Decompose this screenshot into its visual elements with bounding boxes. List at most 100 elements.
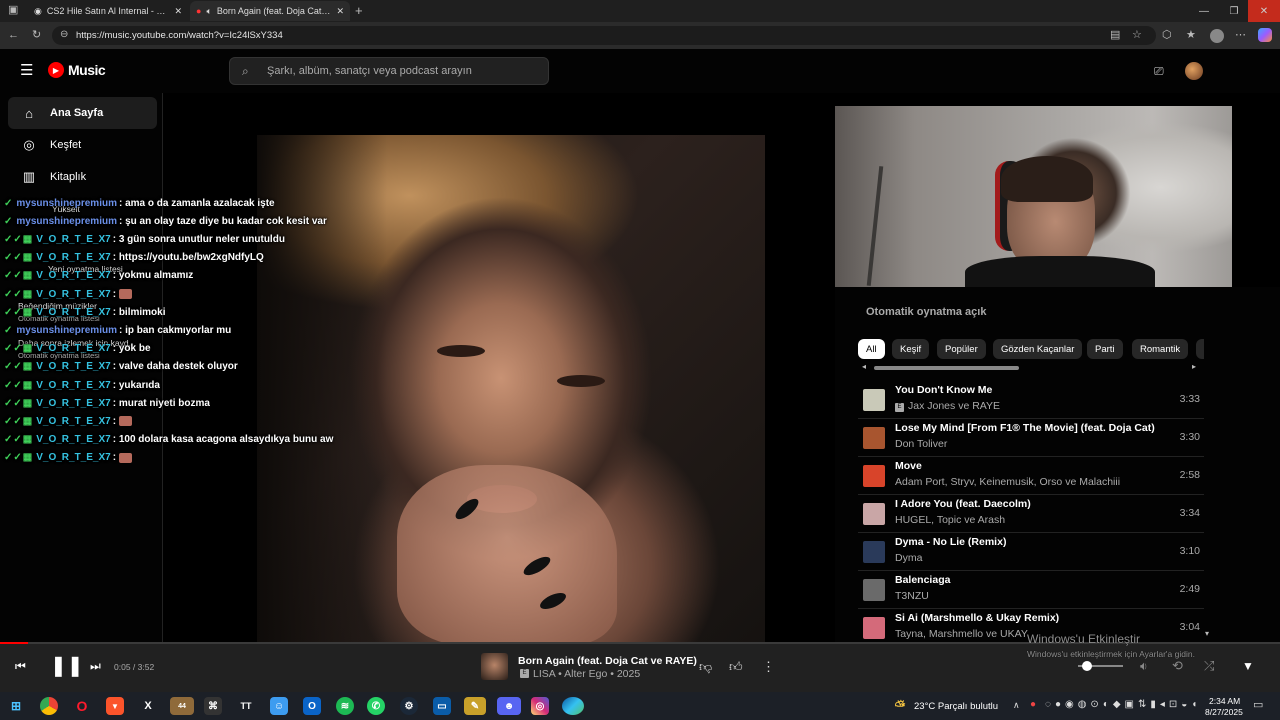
app-icon[interactable]: ⌘ [204, 697, 222, 715]
close-window-icon[interactable]: ✕ [1248, 0, 1280, 22]
volume-knob[interactable] [1082, 661, 1092, 671]
chat-username: V_O_R_T_E_X7 [36, 306, 111, 318]
volume-icon[interactable]: 🔉︎ [1140, 660, 1148, 672]
steam-icon[interactable]: ⚙ [400, 697, 418, 715]
search-box[interactable]: ⌕ Şarkı, albüm, sanatçı veya podcast ara… [229, 57, 549, 85]
chat-text: : şu an olay taze diye bu kadar cok kesi… [118, 215, 327, 227]
clock-time[interactable]: 2:34 AM [1209, 696, 1240, 706]
reader-mode-icon[interactable]: ▤ [1110, 30, 1120, 41]
extensions-icon[interactable]: ⬡ [1162, 30, 1172, 41]
queue-item[interactable]: You Don't Know Me E Jax Jones ve RAYE 3:33 [858, 381, 1204, 419]
profile-icon[interactable] [1210, 29, 1224, 43]
discord-icon[interactable]: ☻ [497, 697, 521, 715]
progress-fill [0, 642, 29, 644]
back-icon[interactable]: ← [8, 30, 19, 41]
chip-missed[interactable]: Gözden Kaçanlar [993, 339, 1083, 359]
chip-discover[interactable]: Keşif [892, 339, 930, 359]
weather-text[interactable]: 23°C Parçalı bulutlu [914, 701, 998, 712]
restore-icon[interactable]: ❐ [1218, 0, 1250, 22]
chat-text: : bilmimoki [112, 306, 166, 318]
queue-item-duration: 2:49 [1179, 583, 1200, 595]
chip-all[interactable]: All [858, 339, 885, 359]
previous-track-icon[interactable]: ⏮︎ [15, 660, 26, 672]
next-track-icon[interactable]: ⏭︎ [90, 660, 101, 672]
chips-scrollbar[interactable] [874, 366, 1019, 370]
queue-item[interactable]: Move Adam Port, Stryv, Keinemusik, Orso v… [858, 457, 1204, 495]
sidebar-toggle-icon[interactable]: ▣ [8, 5, 18, 16]
finder-icon[interactable]: ☺ [270, 697, 288, 715]
windows-start-icon[interactable]: ⊞ [7, 697, 25, 715]
tray-icons[interactable]: ◌●◉◍⊙◐◆▣⇅▮◂⊡◒◖ [1045, 700, 1201, 710]
app-icon[interactable]: ▭ [433, 697, 451, 715]
chat-app-icon[interactable]: 44 [170, 697, 194, 715]
chip-popular[interactable]: Popüler [937, 339, 986, 359]
copilot-icon[interactable] [1258, 28, 1272, 42]
activation-watermark-subtitle: Windows'u etkinleştirmek için Ayarlar'a … [1027, 649, 1195, 659]
url-field[interactable]: ⊖ https://music.youtube.com/watch?v=Ic24… [52, 26, 1156, 45]
ytmusic-logo[interactable]: ▶ Music [48, 62, 106, 78]
chip-party[interactable]: Parti [1087, 339, 1123, 359]
new-tab-icon[interactable]: + [355, 4, 363, 17]
close-tab-icon[interactable]: ✕ [336, 6, 344, 17]
queue-item-duration: 2:58 [1179, 469, 1200, 481]
now-playing-title[interactable]: Born Again (feat. Doja Cat ve RAYE) [518, 655, 697, 667]
spotify-icon[interactable]: ≋ [336, 697, 354, 715]
edge-icon[interactable] [562, 697, 584, 715]
sidebar-item-library[interactable]: ▥ Kitaplık [8, 161, 157, 193]
expand-player-icon[interactable]: ▼ [1242, 660, 1254, 672]
tray-chevron-icon[interactable]: ∧ [1013, 701, 1020, 710]
minimize-icon[interactable]: — [1188, 0, 1220, 22]
scroll-right-icon[interactable]: ▸ [1192, 363, 1196, 371]
whatsapp-icon[interactable]: ✆ [367, 697, 385, 715]
app-icon[interactable]: ✎ [464, 697, 486, 715]
chrome-icon[interactable] [40, 697, 58, 715]
outlook-icon[interactable]: O [303, 697, 321, 715]
queue-item[interactable]: Balenciaga T3NZU 2:49 [858, 571, 1204, 609]
logo-text: Music [68, 62, 106, 78]
tab-youtube-music[interactable]: ● 🔈︎ Born Again (feat. Doja Cat ve ✕ [190, 1, 350, 21]
chat-badge-icon: ✓✓▦ [4, 397, 34, 409]
close-tab-icon[interactable]: ✕ [174, 6, 182, 17]
chip-romantic[interactable]: Romantik [1132, 339, 1189, 359]
sidebar-item-home[interactable]: ⌂ Ana Sayfa [8, 97, 157, 129]
notifications-icon[interactable]: ▭ [1253, 700, 1263, 711]
now-playing-meta[interactable]: LISA • Alter Ego • 2025 [533, 668, 640, 680]
repeat-icon[interactable]: ⟲ [1172, 659, 1183, 672]
chat-username: V_O_R_T_E_X7 [36, 379, 111, 391]
opera-icon[interactable]: O [73, 697, 91, 715]
queue-scroll-down-icon[interactable]: ▾ [1205, 630, 1209, 638]
volume-slider[interactable] [1078, 661, 1123, 671]
chat-message: ✓✓▦ V_O_R_T_E_X7: 3 gün sonra unutlur nel… [4, 231, 285, 247]
account-avatar[interactable] [1185, 62, 1203, 80]
queue-item[interactable]: Dyma - No Lie (Remix) Dyma 3:10 [858, 533, 1204, 571]
favorite-star-icon[interactable]: ☆ [1132, 30, 1142, 41]
instagram-icon[interactable]: ◎ [531, 697, 549, 715]
cast-icon[interactable]: ⎚ [1154, 65, 1164, 77]
brave-icon[interactable]: ▼ [106, 697, 124, 715]
now-playing-thumbnail[interactable] [481, 653, 508, 680]
tiktok-icon[interactable]: TT [237, 697, 255, 715]
site-info-icon[interactable]: ⊖ [60, 30, 68, 40]
x-icon[interactable]: X [139, 697, 157, 715]
clock-date[interactable]: 8/27/2025 [1205, 707, 1243, 717]
refresh-icon[interactable]: ↻ [32, 30, 41, 41]
hamburger-menu-icon[interactable]: ☰ [20, 63, 33, 78]
queue-item[interactable]: I Adore You (feat. Daecolm) HUGEL, Topic … [858, 495, 1204, 533]
like-icon[interactable]: 👍︎ [729, 660, 743, 673]
explicit-badge-icon: E [520, 669, 529, 678]
sidebar-item-explore[interactable]: ◎ Keşfet [8, 129, 157, 161]
shuffle-icon[interactable]: ⤮ [1204, 659, 1214, 672]
mic-icon[interactable]: ● [1030, 700, 1036, 710]
queue-item[interactable]: Lose My Mind [From F1® The Movie] (feat.… [858, 419, 1204, 457]
more-options-icon[interactable]: ⋮ [762, 660, 775, 673]
chat-message: ✓ mysunshinepremium: ip ban cakmıyorlar m… [4, 322, 231, 338]
chat-emote-icon [119, 289, 133, 299]
pause-icon[interactable]: ❚❚ [50, 656, 84, 676]
dislike-icon[interactable]: 👎︎ [699, 660, 712, 673]
more-options-icon[interactable]: ⋯ [1235, 30, 1246, 41]
favorites-icon[interactable]: ★ [1186, 30, 1196, 41]
chat-message: ✓✓▦ V_O_R_T_E_X7: [4, 286, 133, 302]
audio-playing-icon[interactable]: 🔈︎ [206, 6, 211, 17]
tab-cs2[interactable]: ◉ CS2 Hile Satın Al Internal - CS2 Hi ✕ [28, 1, 188, 21]
scroll-left-icon[interactable]: ◂ [862, 363, 866, 371]
